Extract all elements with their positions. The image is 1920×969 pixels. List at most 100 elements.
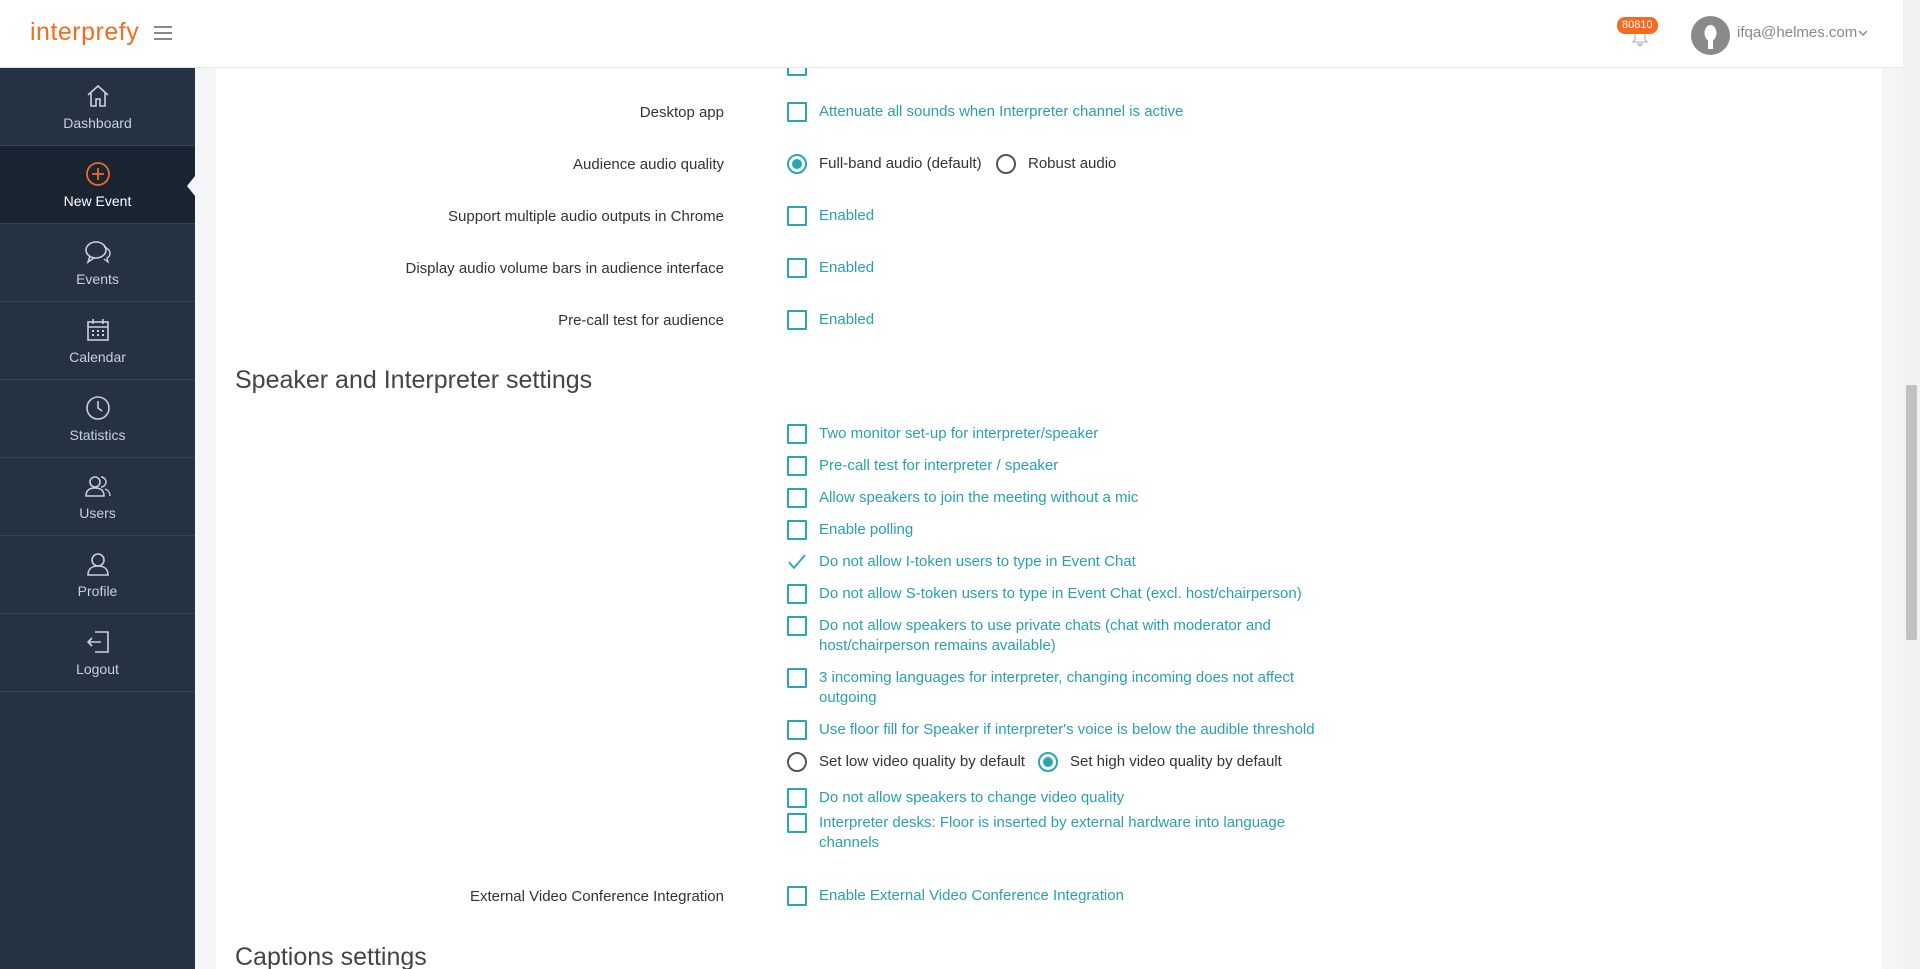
sidebar-item-label: Profile xyxy=(77,582,118,599)
two-monitor-option[interactable]: Two monitor set-up for interpreter/speak… xyxy=(787,424,1098,444)
option-label[interactable]: Enable polling xyxy=(819,520,913,540)
users-icon xyxy=(84,475,111,497)
low-video-quality-radio[interactable] xyxy=(787,752,807,772)
stoken-chat-option[interactable]: Do not allow S-token users to type in Ev… xyxy=(787,584,1302,604)
option-label[interactable]: Allow speakers to join the meeting witho… xyxy=(819,488,1138,508)
three-languages-checkbox[interactable] xyxy=(787,668,807,688)
logout-icon xyxy=(86,630,109,653)
floor-fill-checkbox[interactable] xyxy=(787,720,807,740)
multi-output-label: Support multiple audio outputs in Chrome xyxy=(448,208,724,225)
low-video-quality-option[interactable]: Set low video quality by default xyxy=(787,752,1025,772)
scrollbar[interactable] xyxy=(1903,0,1920,969)
speaker-precall-checkbox[interactable] xyxy=(787,456,807,476)
change-video-quality-checkbox[interactable] xyxy=(787,788,807,808)
avatar[interactable] xyxy=(1691,16,1730,55)
chevron-down-icon[interactable] xyxy=(1858,29,1868,37)
full-band-audio-option[interactable]: Full-band audio (default) xyxy=(787,154,982,174)
stoken-chat-checkbox[interactable] xyxy=(787,584,807,604)
calendar-icon xyxy=(86,318,109,341)
sidebar-item-statistics[interactable]: Statistics xyxy=(0,380,195,458)
menu-toggle-icon[interactable] xyxy=(154,26,172,40)
private-chats-option[interactable]: Do not allow speakers to use private cha… xyxy=(787,616,1287,656)
speaker-precall-option[interactable]: Pre-call test for interpreter / speaker xyxy=(787,456,1058,476)
checkbox[interactable] xyxy=(787,68,807,76)
audience-precall-enabled-label[interactable]: Enabled xyxy=(819,310,874,330)
three-languages-option[interactable]: 3 incoming languages for interpreter, ch… xyxy=(787,668,1307,708)
attenuate-sounds-option[interactable]: Attenuate all sounds when Interpreter ch… xyxy=(787,102,1183,122)
multi-output-enabled-label[interactable]: Enabled xyxy=(819,206,874,226)
clock-icon xyxy=(85,395,110,420)
sidebar-item-users[interactable]: Users xyxy=(0,458,195,536)
sidebar-item-label: Users xyxy=(79,504,116,521)
captions-section-title: Captions settings xyxy=(235,943,427,969)
volume-bars-label: Display audio volume bars in audience in… xyxy=(405,260,724,277)
option-label[interactable]: Pre-call test for interpreter / speaker xyxy=(819,456,1058,476)
sidebar-item-label: Statistics xyxy=(69,426,126,443)
high-video-quality-option[interactable]: Set high video quality by default xyxy=(1038,752,1282,772)
speaker-section-title: Speaker and Interpreter settings xyxy=(235,366,593,394)
desktop-app-label: Desktop app xyxy=(639,104,724,121)
scrollbar-thumb[interactable] xyxy=(1906,385,1917,640)
audience-precall-option[interactable]: Enabled xyxy=(787,310,874,330)
home-icon xyxy=(86,84,109,107)
sidebar-item-profile[interactable]: Profile xyxy=(0,536,195,614)
option-label[interactable]: Use floor fill for Speaker if interprete… xyxy=(819,720,1315,740)
volume-bars-option[interactable]: Enabled xyxy=(787,258,874,278)
attenuate-sounds-checkbox[interactable] xyxy=(787,102,807,122)
top-bar: interprefy 80810 ifqa@helmes.com xyxy=(0,0,1903,68)
audience-precall-label: Pre-call test for audience xyxy=(558,312,724,329)
interpreter-desks-option[interactable]: Interpreter desks: Floor is inserted by … xyxy=(787,813,1307,853)
settings-panel: Desktop app Attenuate all sounds when In… xyxy=(216,68,1882,969)
two-monitor-checkbox[interactable] xyxy=(787,424,807,444)
enable-polling-checkbox[interactable] xyxy=(787,520,807,540)
join-without-mic-option[interactable]: Allow speakers to join the meeting witho… xyxy=(787,488,1138,508)
robust-audio-option[interactable]: Robust audio xyxy=(996,154,1116,174)
volume-bars-enabled-label[interactable]: Enabled xyxy=(819,258,874,278)
volume-bars-checkbox[interactable] xyxy=(787,258,807,278)
low-video-quality-label[interactable]: Set low video quality by default xyxy=(819,752,1025,772)
external-integration-option[interactable]: Enable External Video Conference Integra… xyxy=(787,886,1124,906)
sidebar-item-dashboard[interactable]: Dashboard xyxy=(0,68,195,146)
full-band-audio-radio[interactable] xyxy=(787,154,807,174)
full-band-audio-label[interactable]: Full-band audio (default) xyxy=(819,154,982,174)
itoken-chat-option[interactable]: Do not allow I-token users to type in Ev… xyxy=(787,552,1136,572)
join-without-mic-checkbox[interactable] xyxy=(787,488,807,508)
private-chats-checkbox[interactable] xyxy=(787,616,807,636)
sidebar-item-new-event[interactable]: New Event xyxy=(0,146,195,224)
audio-quality-label: Audience audio quality xyxy=(573,156,724,173)
sidebar-item-calendar[interactable]: Calendar xyxy=(0,302,195,380)
plus-circle-icon xyxy=(85,161,110,186)
avatar-silhouette-icon xyxy=(1704,25,1717,49)
enable-polling-option[interactable]: Enable polling xyxy=(787,520,913,540)
audience-precall-checkbox[interactable] xyxy=(787,310,807,330)
sidebar-item-label: Logout xyxy=(76,660,119,677)
notification-badge[interactable]: 80810 xyxy=(1617,17,1658,34)
logo[interactable]: interprefy xyxy=(30,18,139,47)
multi-output-checkbox[interactable] xyxy=(787,206,807,226)
attenuate-sounds-label[interactable]: Attenuate all sounds when Interpreter ch… xyxy=(819,102,1183,122)
multi-output-option[interactable]: Enabled xyxy=(787,206,874,226)
sidebar: Dashboard New Event Events Calendar Stat… xyxy=(0,68,195,969)
option-label[interactable]: Interpreter desks: Floor is inserted by … xyxy=(819,813,1307,853)
sidebar-item-events[interactable]: Events xyxy=(0,224,195,302)
sidebar-item-logout[interactable]: Logout xyxy=(0,614,195,692)
option-label[interactable]: Enable External Video Conference Integra… xyxy=(819,886,1124,906)
option-label[interactable]: Do not allow S-token users to type in Ev… xyxy=(819,584,1302,604)
external-integration-checkbox[interactable] xyxy=(787,886,807,906)
checkmark-icon[interactable] xyxy=(787,552,807,572)
option-label[interactable]: 3 incoming languages for interpreter, ch… xyxy=(819,668,1307,708)
sidebar-item-label: New Event xyxy=(63,192,132,209)
user-email[interactable]: ifqa@helmes.com xyxy=(1737,24,1857,41)
cropped-checkbox-row[interactable] xyxy=(787,68,807,76)
option-label[interactable]: Do not allow I-token users to type in Ev… xyxy=(819,552,1136,572)
high-video-quality-label[interactable]: Set high video quality by default xyxy=(1070,752,1282,772)
floor-fill-option[interactable]: Use floor fill for Speaker if interprete… xyxy=(787,720,1315,740)
high-video-quality-radio[interactable] xyxy=(1038,752,1058,772)
interpreter-desks-checkbox[interactable] xyxy=(787,813,807,833)
option-label[interactable]: Do not allow speakers to change video qu… xyxy=(819,788,1124,808)
robust-audio-radio[interactable] xyxy=(996,154,1016,174)
option-label[interactable]: Two monitor set-up for interpreter/speak… xyxy=(819,424,1098,444)
robust-audio-label[interactable]: Robust audio xyxy=(1028,154,1116,174)
change-video-quality-option[interactable]: Do not allow speakers to change video qu… xyxy=(787,788,1124,808)
option-label[interactable]: Do not allow speakers to use private cha… xyxy=(819,616,1287,656)
